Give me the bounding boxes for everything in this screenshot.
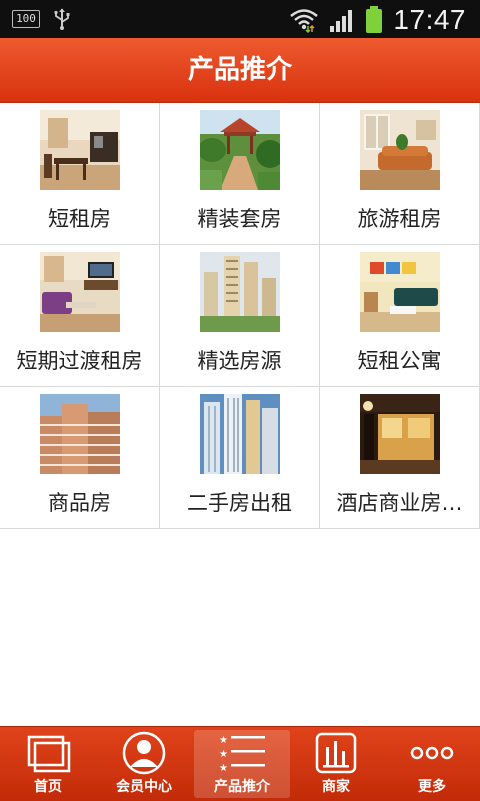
- purple-living-room-thumbnail: [40, 252, 120, 332]
- garden-pavilion-thumbnail: [200, 110, 280, 190]
- nav-label: 首页: [34, 779, 62, 795]
- signal-icon: [330, 10, 353, 32]
- nav-item-merchant[interactable]: 商家: [288, 727, 384, 801]
- grid-row: 短租房 精装套房 旅游租房: [0, 103, 480, 245]
- nav-label: 产品推介: [214, 779, 270, 795]
- nav-item-products[interactable]: ★ ★ ★ 产品推介: [194, 730, 290, 798]
- grid-row: 短期过渡租房 精选房源 短租公寓: [0, 245, 480, 387]
- app-header: 产品推介: [0, 38, 480, 103]
- nav-label: 会员中心: [116, 779, 172, 795]
- svg-text:★: ★: [219, 735, 228, 746]
- battery-badge: 100: [12, 10, 40, 28]
- home-icon: [27, 735, 71, 773]
- product-item[interactable]: 商品房: [0, 387, 160, 528]
- product-item[interactable]: 精选房源: [160, 245, 320, 386]
- product-grid: 短租房 精装套房 旅游租房 短期过渡租房 精选房源 短租公寓 商品房 二手房出租…: [0, 103, 480, 529]
- clock: 17:47: [393, 4, 466, 35]
- grid-row: 商品房 二手房出租 酒店商业房…: [0, 387, 480, 529]
- product-label: 酒店商业房…: [336, 491, 463, 515]
- product-item[interactable]: 短租公寓: [320, 245, 480, 386]
- sofa-room-thumbnail: [360, 110, 440, 190]
- product-label: 短租公寓: [357, 349, 442, 373]
- usb-icon: [54, 8, 70, 30]
- product-label: 精装套房: [197, 207, 282, 231]
- member-icon: [122, 731, 166, 775]
- svg-text:★: ★: [219, 763, 228, 774]
- hotel-storefront-thumbnail: [360, 394, 440, 474]
- apartment-blocks-thumbnail: [40, 394, 120, 474]
- nav-label: 商家: [322, 779, 350, 795]
- product-item[interactable]: 短期过渡租房: [0, 245, 160, 386]
- nav-item-member[interactable]: 会员中心: [96, 727, 192, 801]
- product-label: 精选房源: [197, 349, 282, 373]
- list-icon: ★ ★ ★: [219, 735, 265, 774]
- green-sofa-room-thumbnail: [360, 252, 440, 332]
- product-item[interactable]: 酒店商业房…: [320, 387, 480, 528]
- wifi-icon: [290, 9, 319, 33]
- product-label: 二手房出租: [187, 491, 292, 515]
- product-item[interactable]: 旅游租房: [320, 103, 480, 244]
- more-icon: [410, 746, 454, 760]
- product-item[interactable]: 精装套房: [160, 103, 320, 244]
- high-rise-towers-thumbnail: [200, 394, 280, 474]
- merchant-icon: [315, 732, 357, 774]
- status-bar: 100 17:47: [0, 0, 480, 38]
- product-item[interactable]: 二手房出租: [160, 387, 320, 528]
- product-item[interactable]: 短租房: [0, 103, 160, 244]
- nav-label: 更多: [418, 779, 446, 795]
- product-label: 短期过渡租房: [16, 349, 143, 373]
- product-label: 旅游租房: [357, 207, 442, 231]
- nav-item-more[interactable]: 更多: [384, 727, 480, 801]
- product-label: 商品房: [48, 491, 111, 515]
- living-room-thumbnail: [40, 110, 120, 190]
- page-title: 产品推介: [187, 55, 292, 85]
- residential-towers-thumbnail: [200, 252, 280, 332]
- product-label: 短租房: [48, 207, 111, 231]
- nav-item-home[interactable]: 首页: [0, 727, 96, 801]
- svg-text:★: ★: [219, 749, 228, 760]
- bottom-nav: 首页 会员中心 ★ ★ ★ 产品推介 商家 更多: [0, 726, 480, 801]
- battery-icon: [366, 6, 383, 33]
